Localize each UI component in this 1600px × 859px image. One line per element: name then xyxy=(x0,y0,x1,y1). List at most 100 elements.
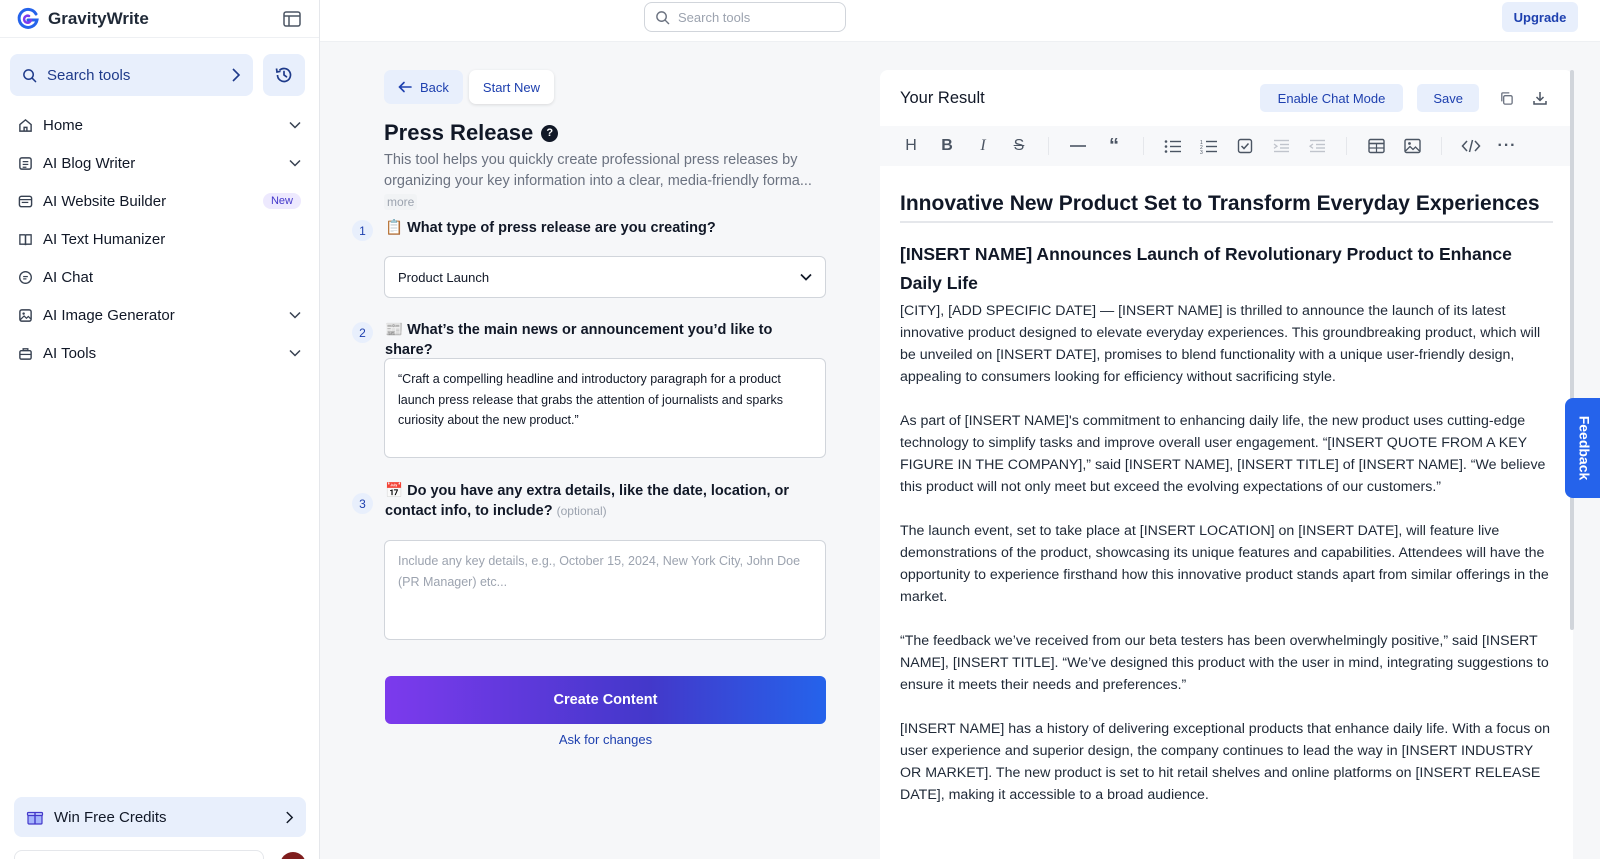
sidebar-item-ai-blog-writer[interactable]: AI Blog Writer xyxy=(8,144,311,182)
chevron-down-icon xyxy=(289,349,301,357)
extra-details-textarea[interactable] xyxy=(384,540,826,640)
search-icon xyxy=(23,68,37,82)
select-value: Product Launch xyxy=(398,269,490,285)
win-free-credits-label: Win Free Credits xyxy=(54,808,167,826)
announcement-textarea[interactable]: “Craft a compelling headline and introdu… xyxy=(384,358,826,458)
result-title: Your Result xyxy=(900,88,985,107)
sidebar-search-row: Search tools xyxy=(0,38,319,106)
chevron-down-icon xyxy=(289,121,301,129)
search-input[interactable] xyxy=(678,9,828,25)
book-icon xyxy=(19,233,32,245)
sidebar-item-label: AI Chat xyxy=(43,268,94,286)
step-number: 1 xyxy=(352,220,373,241)
image-icon xyxy=(19,308,32,322)
document-paragraph: [INSERT NAME] has a history of deliverin… xyxy=(900,721,1551,803)
result-header: Your Result Enable Chat Mode Save xyxy=(880,70,1573,126)
chat-icon xyxy=(19,270,32,284)
code-icon[interactable] xyxy=(1460,135,1482,157)
svg-text:3: 3 xyxy=(1200,150,1203,154)
chevron-down-icon xyxy=(289,159,301,167)
strikethrough-icon[interactable]: S xyxy=(1008,135,1030,157)
sidebar-item-ai-chat[interactable]: AI Chat xyxy=(8,258,311,296)
sidebar-search-label: Search tools xyxy=(47,66,131,84)
win-free-credits-button[interactable]: Win Free Credits xyxy=(14,797,306,837)
sidebar-item-label: AI Tools xyxy=(43,344,97,362)
result-scrollbar[interactable] xyxy=(1570,70,1574,630)
enable-chat-mode-button[interactable]: Enable Chat Mode xyxy=(1259,84,1404,112)
sidebar-search-button[interactable]: Search tools xyxy=(10,54,253,96)
step-3: 3 📅 Do you have any extra details, like … xyxy=(352,481,815,521)
tool-form-panel: Back Start New Press Release ? This tool… xyxy=(320,42,880,859)
blockquote-icon[interactable]: “ xyxy=(1103,135,1125,157)
result-document: Innovative New Product Set to Transform … xyxy=(880,166,1573,856)
step-1: 1 📋 What type of press release are you c… xyxy=(352,218,815,241)
history-icon xyxy=(275,67,292,83)
upgrade-button[interactable]: Upgrade xyxy=(1502,2,1578,32)
home-icon xyxy=(19,118,32,132)
sidebar-item-label: AI Website Builder xyxy=(43,192,167,210)
document-heading: Innovative New Product Set to Transform … xyxy=(900,192,1553,223)
sidebar-item-ai-website-builder[interactable]: AI Website Builder New xyxy=(8,182,311,220)
ordered-list-icon[interactable]: 123 xyxy=(1198,135,1220,157)
ask-for-changes-link[interactable]: Ask for changes xyxy=(385,732,826,747)
sidebar-item-label: AI Image Generator xyxy=(43,306,175,324)
step-question-text: What type of press release are you creat… xyxy=(407,220,716,236)
sidebar-item-ai-text-humanizer[interactable]: AI Text Humanizer xyxy=(8,220,311,258)
sidebar-item-ai-tools[interactable]: AI Tools xyxy=(8,334,311,372)
indent-icon[interactable] xyxy=(1270,135,1292,157)
document-paragraph: “The feedback we’ve received from our be… xyxy=(900,633,1549,693)
table-icon[interactable] xyxy=(1365,135,1387,157)
gift-icon xyxy=(26,811,44,825)
avatar[interactable] xyxy=(280,852,306,859)
app-logo[interactable]: GravityWrite xyxy=(16,7,149,31)
top-search-box[interactable] xyxy=(644,2,846,32)
checklist-icon[interactable] xyxy=(1234,135,1256,157)
bullet-list-icon[interactable] xyxy=(1162,135,1184,157)
chevron-down-icon xyxy=(800,273,812,281)
document-paragraph: The launch event, set to take place at [… xyxy=(900,523,1549,605)
history-button[interactable] xyxy=(263,54,305,96)
bold-icon[interactable]: B xyxy=(936,135,958,157)
toolbox-icon xyxy=(19,347,32,360)
top-bar: Upgrade xyxy=(320,0,1600,42)
copy-icon[interactable] xyxy=(1493,85,1519,111)
create-content-button[interactable]: Create Content xyxy=(385,676,826,724)
help-icon[interactable]: ? xyxy=(541,124,559,142)
tool-title-text: Press Release xyxy=(384,120,534,145)
toggle-sidebar-icon[interactable] xyxy=(281,8,303,30)
download-icon[interactable] xyxy=(1527,85,1553,111)
gravitywrite-logo-icon xyxy=(17,7,39,29)
back-label: Back xyxy=(420,79,449,95)
step-question-text: What’s the main news or announcement you… xyxy=(385,322,773,358)
search-icon xyxy=(656,10,670,24)
heading-icon[interactable]: H xyxy=(900,135,922,157)
insert-image-icon[interactable] xyxy=(1401,135,1423,157)
press-release-type-select[interactable]: Product Launch xyxy=(384,256,826,298)
result-panel: Your Result Enable Chat Mode Save H B I … xyxy=(880,70,1573,859)
toolbar-divider xyxy=(1346,137,1347,155)
horizontal-rule-icon[interactable] xyxy=(1067,135,1089,157)
sidebar-item-ai-image-generator[interactable]: AI Image Generator xyxy=(8,296,311,334)
sidebar-item-home[interactable]: Home xyxy=(8,106,311,144)
sidebar-item-label: AI Blog Writer xyxy=(43,154,136,172)
italic-icon[interactable]: I xyxy=(972,135,994,157)
toolbar-divider xyxy=(1143,137,1144,155)
sidebar-item-label: Home xyxy=(43,116,84,134)
tool-description: This tool helps you quickly create profe… xyxy=(384,150,844,213)
more-options-icon[interactable]: ··· xyxy=(1496,135,1518,157)
more-button[interactable]: more xyxy=(384,194,418,210)
arrow-left-icon xyxy=(398,81,412,93)
user-account-row[interactable] xyxy=(14,850,264,859)
back-button[interactable]: Back xyxy=(384,70,463,104)
toolbar-divider xyxy=(1048,137,1049,155)
start-new-button[interactable]: Start New xyxy=(468,70,554,104)
step-question: 📅 Do you have any extra details, like th… xyxy=(385,481,815,521)
feedback-tab[interactable]: Feedback xyxy=(1565,398,1600,498)
clipboard-icon: 📋 xyxy=(385,220,404,236)
save-button[interactable]: Save xyxy=(1417,84,1479,112)
editor-toolbar: H B I S “ 123 ··· xyxy=(880,126,1573,166)
chevron-down-icon xyxy=(289,311,301,319)
outdent-icon[interactable] xyxy=(1306,135,1328,157)
sidebar-item-label: AI Text Humanizer xyxy=(43,230,166,248)
document-paragraph: As part of [INSERT NAME]'s commitment to… xyxy=(900,413,1546,495)
